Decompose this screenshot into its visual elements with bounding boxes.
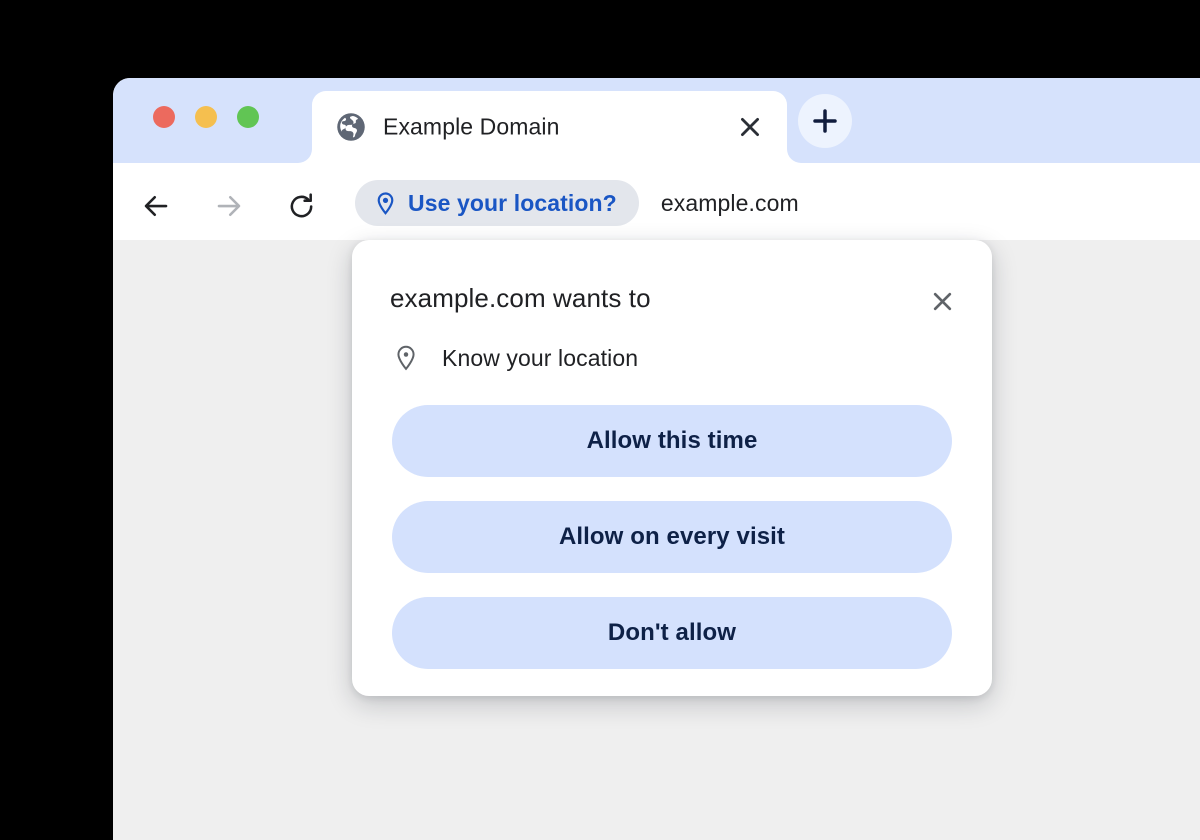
dont-allow-button[interactable]: Don't allow <box>392 597 952 669</box>
forward-button[interactable] <box>207 184 251 228</box>
close-window-button[interactable] <box>153 106 175 128</box>
allow-this-time-button[interactable]: Allow this time <box>392 405 952 477</box>
window-controls <box>153 106 259 128</box>
permission-item: Know your location <box>392 344 638 372</box>
address-bar-url: example.com <box>660 189 799 216</box>
arrow-left-icon <box>144 195 168 217</box>
new-tab-button[interactable] <box>798 94 852 148</box>
allow-on-every-visit-button[interactable]: Allow on every visit <box>392 501 952 573</box>
tab-title: Example Domain <box>383 113 560 140</box>
location-permission-dialog: example.com wants to Know your location … <box>352 240 992 696</box>
tab-curve-left <box>298 149 312 163</box>
plus-icon <box>813 109 837 133</box>
browser-tab[interactable]: Example Domain <box>312 91 787 163</box>
location-pin-icon <box>377 191 394 215</box>
permission-label: Know your location <box>442 344 639 371</box>
reload-button[interactable] <box>279 184 323 228</box>
close-icon[interactable] <box>926 285 958 317</box>
globe-icon <box>336 112 366 142</box>
tab-strip: Example Domain <box>113 78 1200 163</box>
dialog-title: example.com wants to <box>390 283 651 313</box>
screen: Example Domain Use your location? exampl… <box>0 0 1200 840</box>
close-icon[interactable] <box>735 112 765 142</box>
reload-icon <box>290 192 312 217</box>
location-permission-chip[interactable]: Use your location? <box>355 180 639 226</box>
browser-toolbar: Use your location? example.com <box>113 163 1200 240</box>
location-pin-icon <box>397 345 415 371</box>
minimize-window-button[interactable] <box>195 106 217 128</box>
maximize-window-button[interactable] <box>237 106 259 128</box>
location-chip-label: Use your location? <box>408 189 617 216</box>
tab-curve-right <box>787 149 801 163</box>
arrow-right-icon <box>217 195 241 217</box>
back-button[interactable] <box>134 184 178 228</box>
omnibox[interactable]: Use your location? example.com <box>355 180 799 226</box>
